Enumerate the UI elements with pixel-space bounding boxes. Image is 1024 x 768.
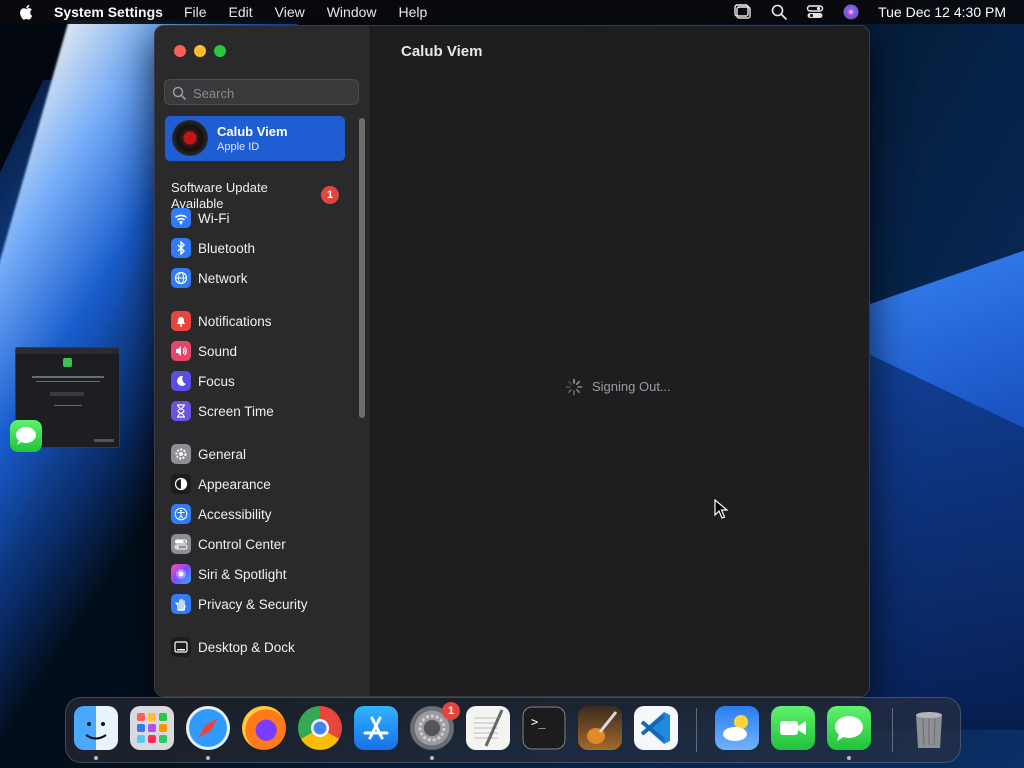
mouse-cursor-icon	[714, 499, 728, 519]
search-input[interactable]	[191, 83, 355, 103]
apple-id-name: Calub Viem	[217, 124, 288, 139]
finder-icon[interactable]	[74, 706, 118, 750]
search-field[interactable]	[164, 79, 359, 105]
bell-icon	[171, 311, 191, 331]
accessibility-icon	[171, 504, 191, 524]
signing-out-status: Signing Out...	[592, 379, 671, 394]
sidebar: Calub Viem Apple ID Software Update Avai…	[155, 26, 371, 696]
sidebar-item-label: Bluetooth	[198, 240, 256, 256]
sidebar-item-label: Siri & Spotlight	[198, 566, 287, 582]
wifi-icon	[171, 208, 191, 228]
apple-id-subtitle: Apple ID	[217, 141, 260, 153]
sidebar-item-wi-fi[interactable]: Wi-Fi	[171, 207, 229, 229]
trash-icon[interactable]	[907, 706, 951, 750]
update-badge: 1	[321, 186, 339, 204]
bluetooth-icon	[171, 238, 191, 258]
firefox-icon[interactable]	[242, 706, 286, 750]
sidebar-item-label: Desktop & Dock	[198, 639, 295, 655]
sidebar-item-accessibility[interactable]: Accessibility	[171, 503, 272, 525]
sidebar-item-network[interactable]: Network	[171, 267, 248, 289]
sidebar-item-label: Sound	[198, 343, 238, 359]
sidebar-item-focus[interactable]: Focus	[171, 370, 235, 392]
siri-icon[interactable]	[842, 3, 860, 21]
avatar	[172, 120, 208, 156]
sidebar-item-bluetooth[interactable]: Bluetooth	[171, 237, 255, 259]
running-indicator	[847, 756, 851, 760]
sidebar-item-label: Appearance	[198, 476, 271, 492]
menu-window[interactable]: Window	[327, 4, 377, 20]
messages-icon[interactable]	[827, 706, 871, 750]
appearance-icon	[171, 474, 191, 494]
sidebar-item-label: Accessibility	[198, 506, 272, 522]
chrome-icon[interactable]	[298, 706, 342, 750]
sidebar-item-general[interactable]: General	[171, 443, 246, 465]
menu-app-name[interactable]: System Settings	[54, 4, 163, 20]
sidebar-item-notifications[interactable]: Notifications	[171, 310, 272, 332]
menu-edit[interactable]: Edit	[229, 4, 253, 20]
safari-icon[interactable]	[186, 706, 230, 750]
running-indicator	[430, 756, 434, 760]
minimize-window-button[interactable]	[194, 45, 206, 57]
toggles-icon	[171, 534, 191, 554]
facetime-icon[interactable]	[771, 706, 815, 750]
apple-menu-icon[interactable]	[18, 3, 36, 21]
sidebar-item-siri-spotlight[interactable]: Siri & Spotlight	[171, 563, 287, 585]
app-store-icon[interactable]	[354, 706, 398, 750]
spotlight-search-icon[interactable]	[770, 3, 788, 21]
sidebar-item-control-center[interactable]: Control Center	[171, 533, 286, 555]
content-pane: Calub Viem Signing Out...	[371, 26, 869, 696]
moon-icon	[171, 371, 191, 391]
siri-icon	[171, 564, 191, 584]
speaker-icon	[171, 341, 191, 361]
gear-icon	[171, 444, 191, 464]
sidebar-item-desktop-dock[interactable]: Desktop & Dock	[171, 636, 295, 658]
sidebar-item-screen-time[interactable]: Screen Time	[171, 400, 274, 422]
control-center-icon[interactable]	[806, 3, 824, 21]
menu-view[interactable]: View	[275, 4, 305, 20]
svg-text:>_: >_	[531, 715, 546, 729]
sidebar-item-label: Network	[198, 270, 248, 286]
stage-manager-icon[interactable]	[734, 3, 752, 21]
search-icon	[172, 86, 186, 100]
sidebar-scrollbar[interactable]	[359, 118, 365, 418]
sidebar-item-label: Control Center	[198, 536, 286, 552]
sidebar-item-sound[interactable]: Sound	[171, 340, 237, 362]
menu-bar-clock[interactable]: Tue Dec 12 4:30 PM	[878, 4, 1006, 20]
dock: >_ 1	[65, 697, 961, 763]
messages-notification-icon[interactable]	[10, 420, 42, 452]
hand-icon	[171, 594, 191, 614]
zoom-window-button[interactable]	[214, 45, 226, 57]
page-title: Calub Viem	[401, 43, 483, 60]
launchpad-icon[interactable]	[130, 706, 174, 750]
apple-id-item[interactable]: Calub Viem Apple ID	[165, 116, 345, 161]
sidebar-item-label: Privacy & Security	[198, 596, 308, 612]
textedit-icon[interactable]	[466, 706, 510, 750]
sidebar-item-label: Focus	[198, 373, 235, 389]
dock-separator	[892, 708, 893, 752]
system-settings-dock-badge: 1	[442, 702, 460, 720]
menu-file[interactable]: File	[184, 4, 207, 20]
sidebar-item-label: General	[198, 446, 247, 462]
vscode-icon[interactable]	[634, 706, 678, 750]
sidebar-item-label: Notifications	[198, 313, 272, 329]
garageband-icon[interactable]	[578, 706, 622, 750]
sidebar-item-privacy-security[interactable]: Privacy & Security	[171, 593, 308, 615]
sidebar-item-label: Wi-Fi	[198, 210, 230, 226]
menu-help[interactable]: Help	[399, 4, 428, 20]
sidebar-item-appearance[interactable]: Appearance	[171, 473, 271, 495]
menu-bar: System Settings File Edit View Window He…	[0, 0, 1024, 24]
close-window-button[interactable]	[174, 45, 186, 57]
terminal-icon[interactable]: >_	[522, 706, 566, 750]
dock-icon	[171, 637, 191, 657]
system-settings-window: Calub Viem Apple ID Software Update Avai…	[154, 25, 870, 697]
globe-icon	[171, 268, 191, 288]
weather-icon[interactable]	[715, 706, 759, 750]
sidebar-item-label: Screen Time	[198, 403, 274, 419]
hourglass-icon	[171, 401, 191, 421]
running-indicator	[94, 756, 98, 760]
loading-spinner-icon	[565, 378, 583, 396]
running-indicator	[206, 756, 210, 760]
dock-separator	[696, 708, 697, 752]
